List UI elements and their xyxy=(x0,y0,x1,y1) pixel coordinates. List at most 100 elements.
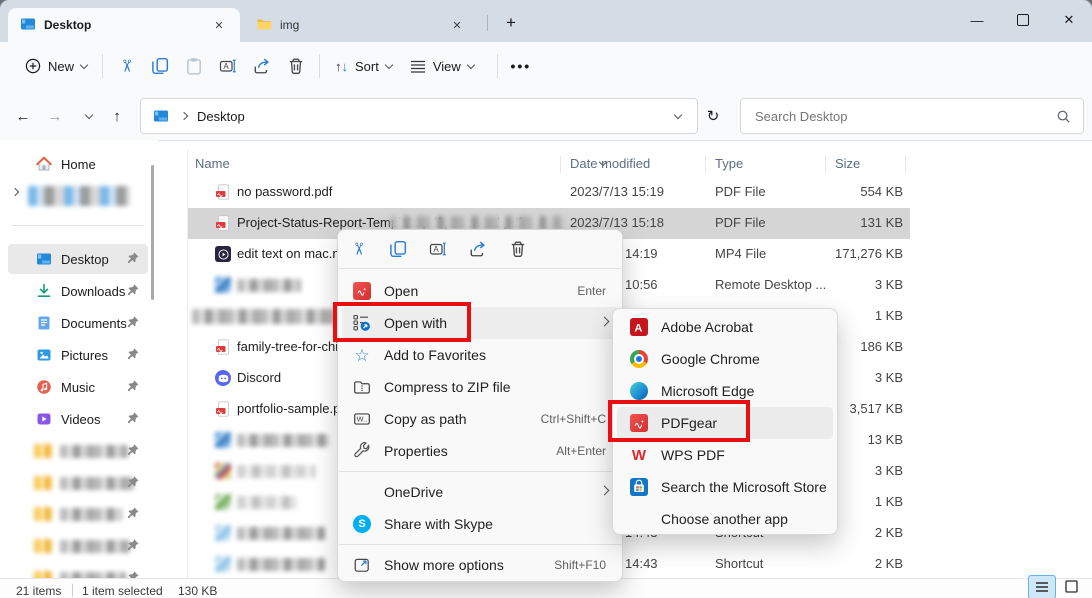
close-tab-icon[interactable]: ✕ xyxy=(446,14,468,36)
sidebar-item-blurred-folder[interactable] xyxy=(8,531,148,561)
blurred-name xyxy=(237,558,325,571)
column-header-date[interactable]: Date modified xyxy=(570,156,650,171)
copy-button[interactable] xyxy=(384,235,412,263)
menu-item-add-to-favorites[interactable]: Add to Favorites xyxy=(342,339,618,371)
tab-label: img xyxy=(280,18,299,32)
open-with-icon xyxy=(352,314,372,332)
pin-icon xyxy=(126,379,140,396)
share-button[interactable] xyxy=(245,49,279,83)
sidebar-item-desktop[interactable]: Desktop xyxy=(8,244,148,274)
breadcrumb-location[interactable]: Desktop xyxy=(197,109,245,124)
svg-text:A: A xyxy=(634,322,642,334)
blurred-file-icon xyxy=(215,494,231,510)
blurred-folder-icon xyxy=(34,507,52,521)
rename-icon: A xyxy=(219,57,237,75)
menu-item-show-more-options[interactable]: Show more options Shift+F10 xyxy=(342,549,618,581)
breadcrumb[interactable]: Desktop xyxy=(140,98,698,134)
see-more-button[interactable] xyxy=(504,49,538,83)
submenu-chevron-icon xyxy=(600,486,610,496)
blurred-name xyxy=(237,465,315,478)
menu-item-properties[interactable]: Properties Alt+Enter xyxy=(342,435,618,467)
search-input[interactable] xyxy=(753,108,1056,125)
forward-button[interactable]: → xyxy=(42,103,68,129)
icons-view-toggle[interactable] xyxy=(1058,575,1084,597)
sidebar-item-blurred-folder[interactable] xyxy=(8,468,148,498)
menu-item-open[interactable]: Open Enter xyxy=(342,275,618,307)
svg-text:W..: W.. xyxy=(357,414,368,423)
pin-icon xyxy=(126,347,140,364)
back-button[interactable]: ← xyxy=(10,103,36,129)
share-button[interactable] xyxy=(464,235,492,263)
command-bar: New ✂ A ↑↓ Sort View xyxy=(0,42,1092,90)
submenu-item-google-chrome[interactable]: Google Chrome xyxy=(617,343,833,375)
menu-item-compress-zip[interactable]: Compress to ZIP file xyxy=(342,371,618,403)
close-tab-icon[interactable]: ✕ xyxy=(208,14,230,36)
submenu-item-adobe-acrobat[interactable]: A Adobe Acrobat xyxy=(617,311,833,343)
videos-icon xyxy=(36,411,52,427)
close-button[interactable]: ✕ xyxy=(1046,0,1092,40)
menu-divider xyxy=(339,471,621,472)
column-header-size[interactable]: Size xyxy=(835,156,860,171)
menu-item-share-skype[interactable]: S Share with Skype xyxy=(342,508,618,540)
cut-button[interactable]: ✂ xyxy=(344,235,372,263)
menu-item-copy-as-path[interactable]: W.. Copy as path Ctrl+Shift+C xyxy=(342,403,618,435)
tab-img[interactable]: img ✕ xyxy=(244,8,478,42)
share-icon xyxy=(469,240,487,258)
address-bar: ← → ↑ Desktop ↻ xyxy=(0,90,1092,141)
svg-text:A: A xyxy=(223,62,229,71)
rename-button[interactable]: A xyxy=(211,49,245,83)
details-view-toggle[interactable] xyxy=(1028,575,1056,598)
sidebar-item-blurred-folder[interactable] xyxy=(8,436,148,466)
paste-button[interactable] xyxy=(177,49,211,83)
view-button[interactable]: View xyxy=(401,49,483,83)
skype-icon: S xyxy=(353,515,371,533)
copy-icon xyxy=(151,57,169,75)
column-header-type[interactable]: Type xyxy=(715,156,743,171)
pin-icon xyxy=(126,538,140,555)
submenu-item-pdfgear[interactable]: PDFgear xyxy=(617,407,833,439)
recent-locations-button[interactable] xyxy=(76,103,102,129)
up-button[interactable]: ↑ xyxy=(104,103,130,129)
column-header-name[interactable]: Name xyxy=(195,156,230,171)
minimize-button[interactable]: — xyxy=(954,0,1000,40)
submenu-item-microsoft-edge[interactable]: Microsoft Edge xyxy=(617,375,833,407)
address-dropdown-icon[interactable] xyxy=(674,110,682,118)
delete-button[interactable] xyxy=(504,235,532,263)
refresh-button[interactable]: ↻ xyxy=(700,103,726,129)
desktop-icon xyxy=(36,251,52,267)
submenu-item-search-store[interactable]: Search the Microsoft Store xyxy=(617,471,833,503)
rename-button[interactable]: A xyxy=(424,235,452,263)
blurred-name xyxy=(237,434,329,447)
wrench-icon xyxy=(352,442,372,460)
sidebar-item-pictures[interactable]: Pictures xyxy=(8,340,148,370)
new-window-icon xyxy=(352,556,372,574)
sidebar-item-documents[interactable]: Documents xyxy=(8,308,148,338)
submenu-item-wps-pdf[interactable]: WPS PDF xyxy=(617,439,833,471)
sidebar-scrollbar[interactable] xyxy=(151,165,154,300)
menu-item-onedrive[interactable]: OneDrive xyxy=(342,476,618,508)
sidebar-item-videos[interactable]: Videos xyxy=(8,404,148,434)
microsoft-store-icon xyxy=(629,478,649,496)
new-tab-button[interactable]: + xyxy=(498,10,524,36)
submenu-item-choose-another-app[interactable]: Choose another app xyxy=(617,503,833,535)
new-button[interactable]: New xyxy=(16,49,96,83)
pdf-icon xyxy=(215,184,231,200)
sidebar-item-music[interactable]: Music xyxy=(8,372,148,402)
pdfgear-icon xyxy=(630,414,648,432)
menu-item-open-with[interactable]: Open with xyxy=(342,307,618,339)
sidebar-item-blurred-account[interactable] xyxy=(8,181,148,211)
discord-icon xyxy=(215,370,231,386)
sidebar-item-home[interactable]: Home xyxy=(8,149,148,179)
maximize-button[interactable] xyxy=(1000,0,1046,40)
delete-button[interactable] xyxy=(279,49,313,83)
sort-button[interactable]: ↑↓ Sort xyxy=(326,49,401,83)
tab-desktop[interactable]: Desktop ✕ xyxy=(8,8,240,42)
sidebar-item-blurred-folder[interactable] xyxy=(8,499,148,529)
copy-button[interactable] xyxy=(143,49,177,83)
cut-button[interactable]: ✂ xyxy=(109,49,143,83)
pdfgear-icon xyxy=(353,282,371,300)
sidebar-item-downloads[interactable]: Downloads xyxy=(8,276,148,306)
file-row[interactable]: no password.pdf 2023/7/13 15:19 PDF File… xyxy=(188,177,910,208)
pictures-icon xyxy=(36,347,52,363)
documents-icon xyxy=(36,315,52,331)
